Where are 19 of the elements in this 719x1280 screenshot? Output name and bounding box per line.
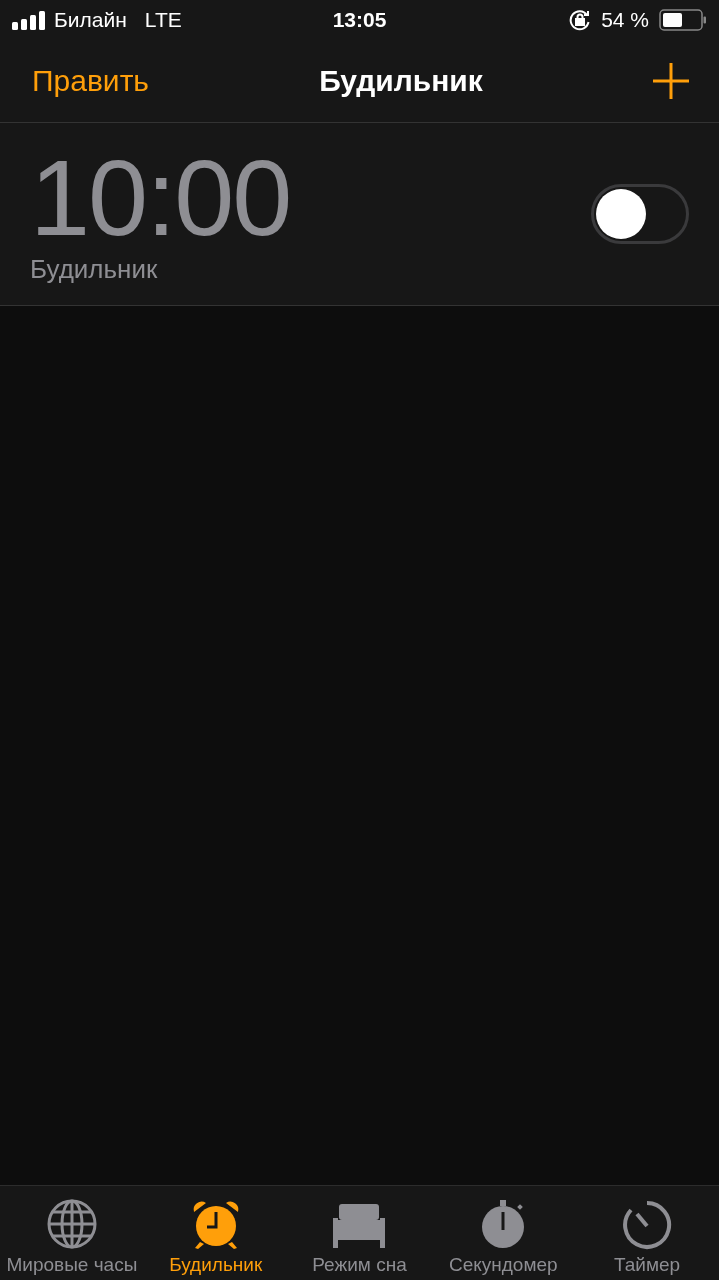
alarm-row[interactable]: 10:00 Будильник (0, 123, 719, 306)
alarm-time: 10:00 (30, 143, 291, 252)
tab-bar-item[interactable]: Секундомер (431, 1186, 576, 1280)
nav-title: Будильник (319, 64, 483, 98)
tab-bar-item[interactable]: Будильник (143, 1186, 288, 1280)
status-time: 13:05 (332, 8, 387, 32)
tab-bar-item[interactable]: Таймер (575, 1186, 719, 1280)
network-type: LTE (144, 8, 182, 32)
battery-icon (659, 9, 707, 31)
add-icon[interactable] (653, 63, 689, 99)
tab-bar-item[interactable]: Мировые часы (0, 1186, 144, 1280)
alarm-label: Будильник (30, 253, 159, 285)
edit-button[interactable]: Править (32, 64, 149, 98)
signal-icon (12, 10, 46, 30)
rotation-lock-icon (569, 9, 592, 31)
tab-bar-item[interactable]: Режим сна (287, 1186, 432, 1280)
carrier-name: Билайн (54, 8, 127, 32)
alarm-toggle[interactable] (591, 184, 689, 244)
battery-percent: 54 % (601, 8, 649, 32)
